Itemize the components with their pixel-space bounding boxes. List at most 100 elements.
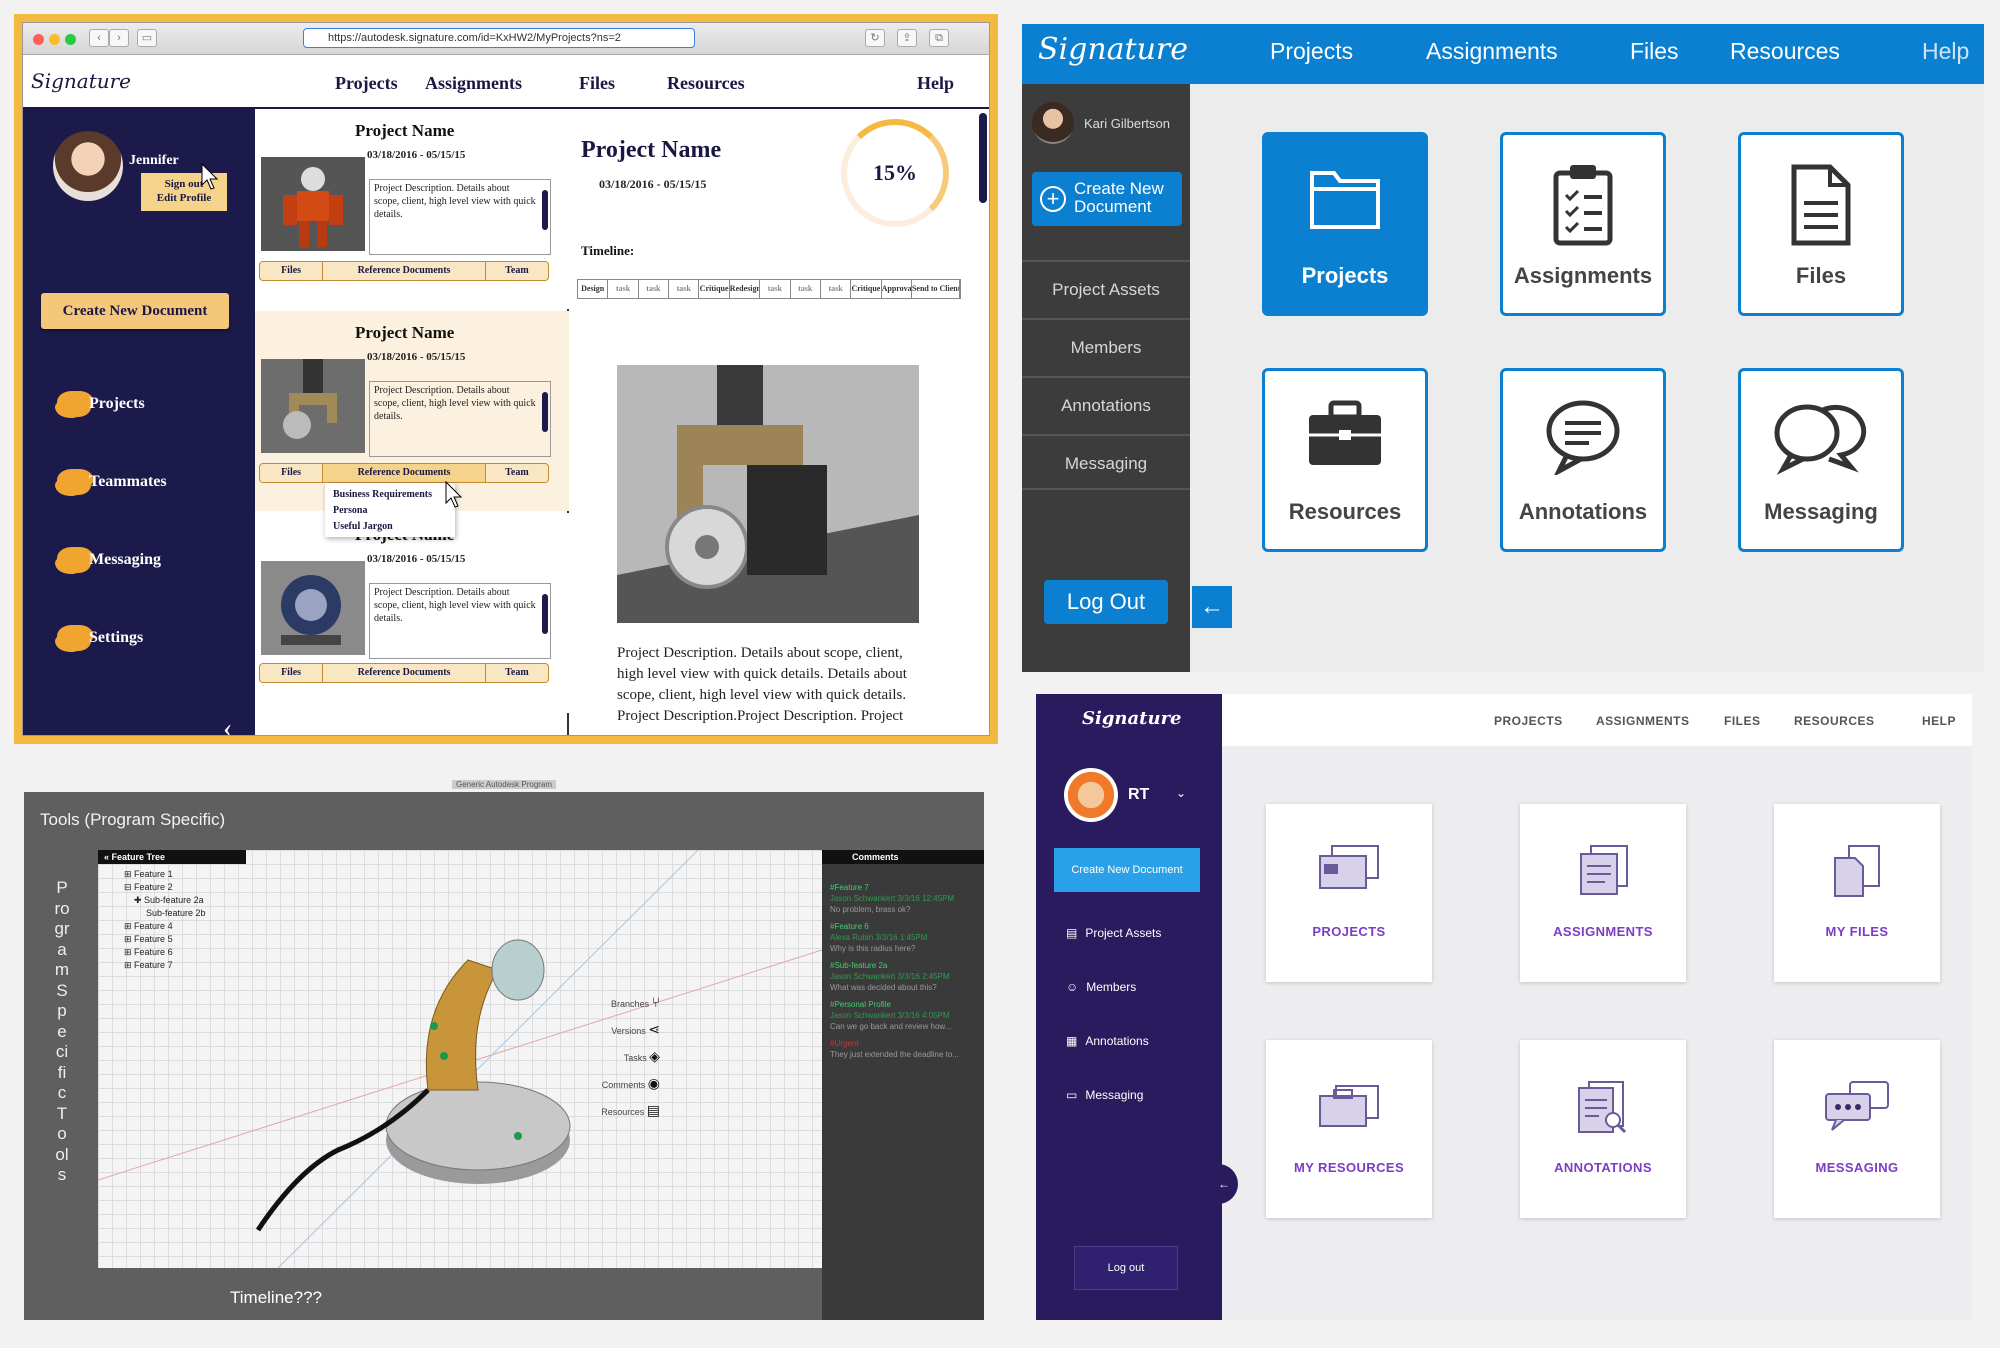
nav-assignments[interactable]: Assignments bbox=[425, 73, 522, 94]
tile-my-resources[interactable]: MY RESOURCES bbox=[1266, 1040, 1432, 1218]
collapse-icon[interactable]: ‹ bbox=[223, 713, 232, 735]
nav-projects[interactable]: PROJECTS bbox=[1494, 714, 1563, 728]
create-new-document-button[interactable]: + Create New Document bbox=[1032, 172, 1182, 226]
scrollbar[interactable] bbox=[542, 594, 548, 634]
close-dot[interactable] bbox=[33, 34, 44, 45]
tool-resources[interactable]: Resources ▤ bbox=[601, 1098, 660, 1125]
nav-projects[interactable]: Projects bbox=[335, 73, 398, 94]
tile-messaging[interactable]: Messaging bbox=[1738, 368, 1904, 552]
timeline-step[interactable]: task bbox=[821, 280, 852, 298]
tab-team[interactable]: Team bbox=[486, 464, 548, 482]
timeline-step[interactable]: Critique bbox=[699, 280, 730, 298]
address-bar[interactable]: https://autodesk.signature.com/id=KxHW2/… bbox=[303, 28, 695, 48]
timeline-step[interactable]: Send to Client bbox=[912, 280, 960, 298]
project-card[interactable]: Project Name 03/18/2016 - 05/15/15 Proje… bbox=[255, 109, 569, 309]
tab-team[interactable]: Team bbox=[486, 664, 548, 682]
tile-projects[interactable]: Projects bbox=[1262, 132, 1428, 316]
timeline-step[interactable]: Redesign bbox=[730, 280, 761, 298]
nav-files[interactable]: FILES bbox=[1724, 714, 1761, 728]
tile-files[interactable]: Files bbox=[1738, 132, 1904, 316]
sidebar-item-messaging[interactable]: ▭ Messaging bbox=[1066, 1088, 1143, 1102]
nav-help[interactable]: Help bbox=[1922, 38, 1969, 65]
avatar[interactable] bbox=[53, 131, 123, 201]
timeline-step[interactable]: task bbox=[608, 280, 639, 298]
edit-profile-link[interactable]: Edit Profile bbox=[141, 191, 227, 205]
sidebar-item-messaging[interactable]: Messaging bbox=[1022, 434, 1190, 490]
forward-icon[interactable]: › bbox=[109, 29, 129, 47]
project-card[interactable]: Project Name 03/18/2016 - 05/15/15 Proje… bbox=[255, 513, 569, 713]
tile-assignments[interactable]: Assignments bbox=[1500, 132, 1666, 316]
signature-logo[interactable]: Signature bbox=[31, 69, 131, 93]
nav-files[interactable]: Files bbox=[579, 73, 615, 94]
tool-tasks[interactable]: Tasks ◈ bbox=[601, 1044, 660, 1071]
scrollbar[interactable] bbox=[979, 113, 987, 203]
sidebar-item-members[interactable]: Members bbox=[1022, 318, 1190, 374]
project-card[interactable]: Project Name 03/18/2016 - 05/15/15 Proje… bbox=[255, 311, 569, 537]
tile-annotations[interactable]: ANNOTATIONS bbox=[1520, 1040, 1686, 1218]
comment[interactable]: #Urgent They just extended the deadline t… bbox=[822, 1038, 984, 1060]
3d-viewport[interactable]: Branches ⑂ Versions ⋖ Tasks ◈ Comments ◉… bbox=[98, 850, 822, 1268]
comment[interactable]: #Personal Profile Jason Schwankert 3/3/16… bbox=[822, 999, 984, 1032]
timeline-step[interactable]: task bbox=[760, 280, 791, 298]
timeline-step[interactable]: Critique bbox=[851, 280, 882, 298]
nav-resources[interactable]: Resources bbox=[1730, 38, 1840, 65]
tile-assignments[interactable]: ASSIGNMENTS bbox=[1520, 804, 1686, 982]
tab-reference-documents[interactable]: Reference Documents bbox=[323, 262, 486, 280]
nav-resources[interactable]: Resources bbox=[667, 73, 745, 94]
tool-comments[interactable]: Comments ◉ bbox=[601, 1071, 660, 1098]
sidebar-item-settings[interactable]: Settings bbox=[57, 625, 143, 651]
create-new-document-button[interactable]: Create New Document bbox=[41, 293, 229, 329]
tree-item[interactable]: Sub-feature 2b bbox=[124, 907, 206, 920]
tool-branches[interactable]: Branches ⑂ bbox=[601, 990, 660, 1017]
log-out-button[interactable]: Log Out bbox=[1044, 580, 1168, 624]
dropdown-item[interactable]: Persona bbox=[333, 503, 447, 519]
nav-resources[interactable]: RESOURCES bbox=[1794, 714, 1875, 728]
dropdown-item[interactable]: Business Requirements bbox=[333, 487, 447, 503]
comment[interactable]: #Feature 7 Jason Schwankert 3/3/16 12:45P… bbox=[822, 882, 984, 915]
tabs-icon[interactable]: ⧉ bbox=[929, 29, 949, 47]
minimize-dot[interactable] bbox=[49, 34, 60, 45]
timeline-step[interactable]: task bbox=[791, 280, 821, 298]
nav-assignments[interactable]: Assignments bbox=[1426, 38, 1558, 65]
share-icon[interactable]: ⇪ bbox=[897, 29, 917, 47]
tab-files[interactable]: Files bbox=[260, 262, 324, 280]
avatar[interactable] bbox=[1064, 768, 1118, 822]
tile-annotations[interactable]: Annotations bbox=[1500, 368, 1666, 552]
chevron-down-icon[interactable]: ⌄ bbox=[1176, 786, 1186, 800]
dropdown-item[interactable]: Useful Jargon bbox=[333, 519, 447, 535]
sidebar-item-project-assets[interactable]: ▤ Project Assets bbox=[1066, 926, 1161, 940]
nav-projects[interactable]: Projects bbox=[1270, 38, 1353, 65]
tree-item[interactable]: ✚ Sub-feature 2a bbox=[124, 894, 206, 907]
nav-help[interactable]: HELP bbox=[1922, 714, 1956, 728]
comment[interactable]: #Feature 6 Alexa Rubin 3/3/16 1:45PM Why i… bbox=[822, 921, 984, 954]
tree-item[interactable]: ⊞ Feature 4 bbox=[124, 920, 206, 933]
signature-logo[interactable]: Signature bbox=[1038, 32, 1188, 67]
tab-reference-documents[interactable]: Reference Documents bbox=[323, 664, 486, 682]
tree-item[interactable]: ⊞ Feature 7 bbox=[124, 959, 206, 972]
sidebar-toggle-icon[interactable]: ▭ bbox=[137, 29, 157, 47]
tab-files[interactable]: Files bbox=[260, 464, 324, 482]
tree-item[interactable]: ⊟ Feature 2 bbox=[124, 881, 206, 894]
nav-assignments[interactable]: ASSIGNMENTS bbox=[1596, 714, 1690, 728]
scrollbar[interactable] bbox=[542, 190, 548, 230]
sidebar-item-messaging[interactable]: Messaging bbox=[57, 547, 161, 573]
sidebar-item-annotations[interactable]: ▦ Annotations bbox=[1066, 1034, 1149, 1048]
sidebar-item-annotations[interactable]: Annotations bbox=[1022, 376, 1190, 432]
collapse-arrow-icon[interactable]: ← bbox=[1192, 586, 1232, 628]
comments-header[interactable]: Comments bbox=[822, 850, 984, 864]
tree-item[interactable]: ⊞ Feature 6 bbox=[124, 946, 206, 959]
scrollbar[interactable] bbox=[542, 392, 548, 432]
log-out-button[interactable]: Log out bbox=[1074, 1246, 1178, 1290]
avatar[interactable] bbox=[1032, 102, 1074, 144]
tile-projects[interactable]: PROJECTS bbox=[1266, 804, 1432, 982]
signature-logo[interactable]: Signature bbox=[1082, 708, 1182, 729]
feature-tree-header[interactable]: « Feature Tree bbox=[98, 850, 246, 864]
tree-item[interactable]: ⊞ Feature 1 bbox=[124, 868, 206, 881]
tile-messaging[interactable]: MESSAGING bbox=[1774, 1040, 1940, 1218]
nav-files[interactable]: Files bbox=[1630, 38, 1679, 65]
tab-team[interactable]: Team bbox=[486, 262, 548, 280]
tile-my-files[interactable]: MY FILES bbox=[1774, 804, 1940, 982]
sidebar-item-projects[interactable]: Projects bbox=[57, 391, 145, 417]
sidebar-item-project-assets[interactable]: Project Assets bbox=[1022, 260, 1190, 316]
collapse-arrow-icon[interactable]: ← bbox=[1210, 1164, 1238, 1204]
